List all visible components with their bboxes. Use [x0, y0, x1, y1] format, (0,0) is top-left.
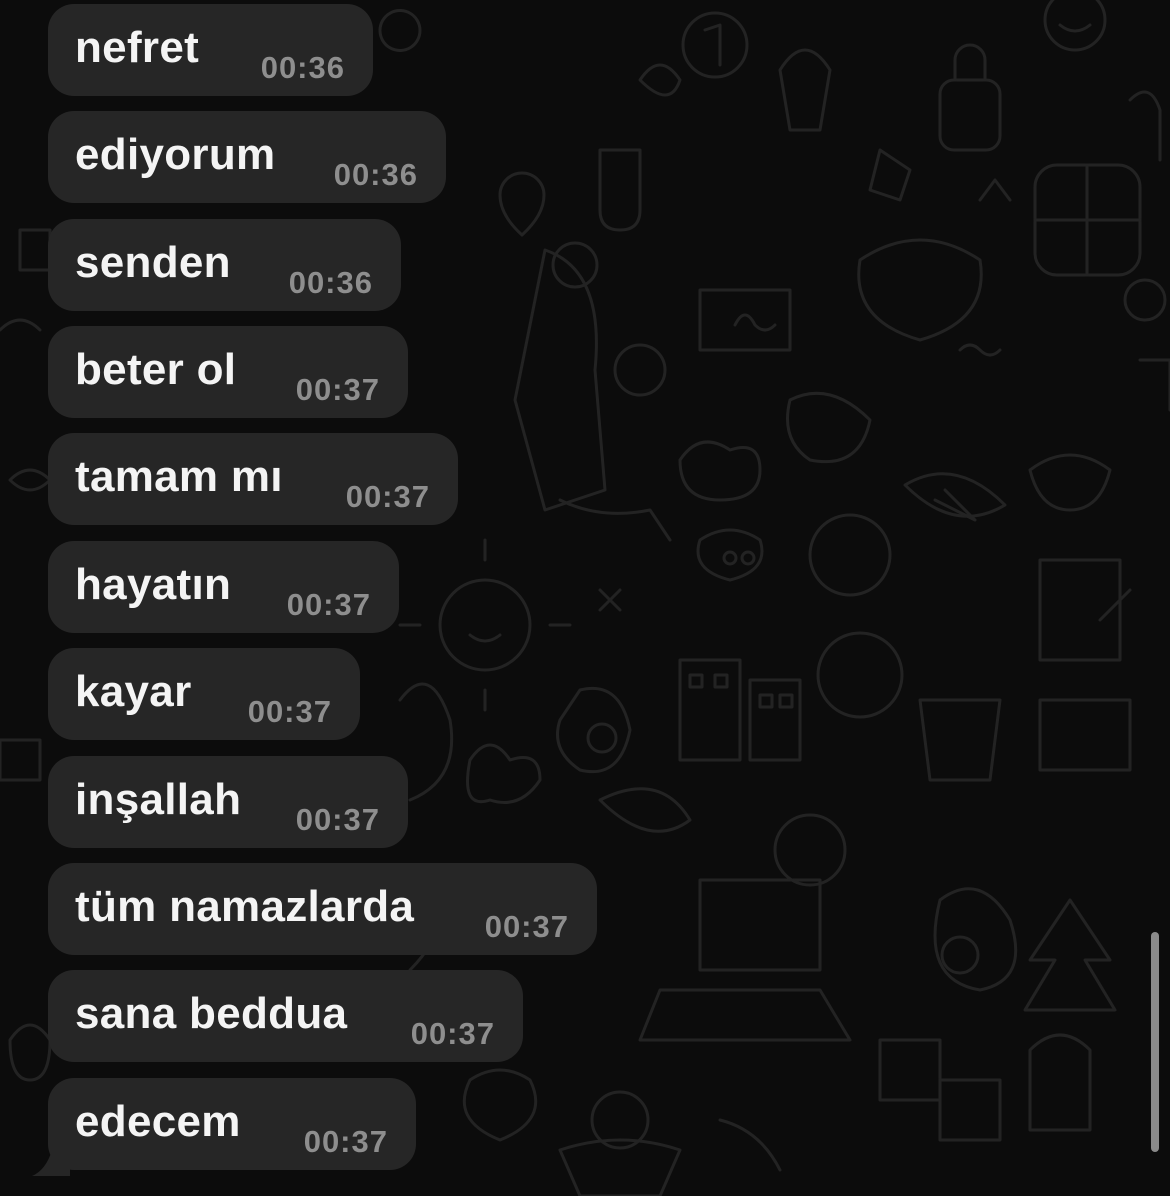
message-text: beter ol [75, 345, 237, 394]
message-text: nefret [75, 23, 200, 72]
message-timestamp: 00:37 [345, 479, 430, 514]
message-timestamp: 00:36 [333, 157, 418, 192]
message-bubble[interactable]: tamam mı 00:37 [48, 433, 458, 525]
bubble-tail-icon [32, 1150, 70, 1176]
message-timestamp: 00:37 [286, 587, 371, 622]
message-bubble[interactable]: edecem 00:37 [48, 1078, 416, 1170]
message-bubble[interactable]: beter ol 00:37 [48, 326, 408, 418]
message-timestamp: 00:37 [303, 1124, 388, 1159]
message-timestamp: 00:37 [247, 694, 332, 729]
message-bubble[interactable]: nefret 00:36 [48, 4, 373, 96]
message-text: edecem [75, 1097, 241, 1146]
message-text: ediyorum [75, 130, 276, 179]
message-bubble[interactable]: senden 00:36 [48, 219, 401, 311]
message-timestamp: 00:36 [260, 50, 345, 85]
message-timestamp: 00:37 [295, 372, 380, 407]
message-bubble[interactable]: inşallah 00:37 [48, 756, 408, 848]
message-timestamp: 00:37 [295, 802, 380, 837]
message-timestamp: 00:37 [410, 1016, 495, 1051]
message-text: tüm namazlarda [75, 882, 415, 931]
message-bubble[interactable]: ediyorum 00:36 [48, 111, 446, 203]
message-text: senden [75, 238, 231, 287]
message-timestamp: 00:37 [484, 909, 569, 944]
message-text: hayatın [75, 560, 232, 609]
message-bubble[interactable]: tüm namazlarda 00:37 [48, 863, 597, 955]
message-text: kayar [75, 667, 192, 716]
message-timestamp: 00:36 [288, 265, 373, 300]
message-text: tamam mı [75, 452, 283, 501]
message-text: sana beddua [75, 989, 348, 1038]
message-text: inşallah [75, 775, 242, 824]
scrollbar[interactable] [1151, 932, 1159, 1152]
message-bubble[interactable]: hayatın 00:37 [48, 541, 399, 633]
message-bubble[interactable]: kayar 00:37 [48, 648, 360, 740]
message-bubble[interactable]: sana beddua 00:37 [48, 970, 523, 1062]
